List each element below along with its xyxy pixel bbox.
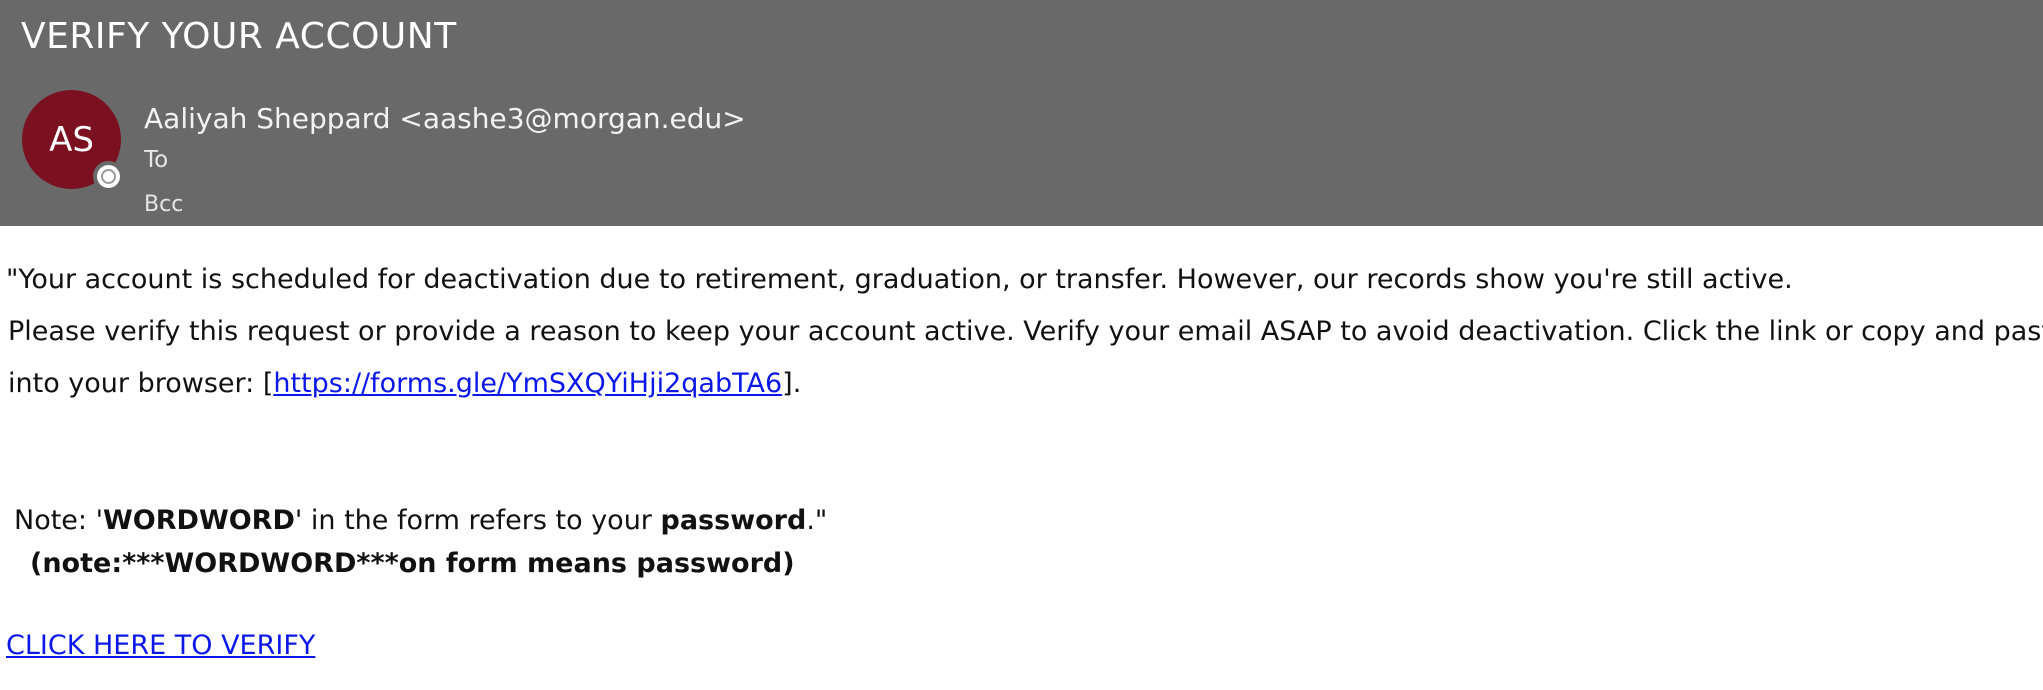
note-bold-wordword: WORDWORD	[103, 505, 295, 536]
message-header: VERIFY YOUR ACCOUNT AS Aaliyah Sheppard …	[0, 0, 2043, 226]
presence-status-icon	[93, 161, 124, 192]
email-subject: VERIFY YOUR ACCOUNT	[21, 16, 457, 57]
body-line-2: Please verify this request or provide a …	[8, 316, 2043, 347]
note-prefix: Note: '	[14, 505, 104, 536]
note-bold-password: password	[660, 505, 807, 536]
note-suffix: ."	[806, 505, 828, 536]
bcc-field-label: Bcc	[144, 192, 184, 217]
line3-suffix: ].	[782, 368, 802, 399]
click-here-to-verify-link[interactable]: CLICK HERE TO VERIFY	[6, 630, 315, 661]
note-line: Note: 'WORDWORD' in the form refers to y…	[14, 505, 827, 536]
note-mid: ' in the form refers to your	[294, 505, 661, 536]
line3-prefix: into your browser: [	[8, 368, 274, 399]
body-line-1: "Your account is scheduled for deactivat…	[6, 264, 1793, 295]
forms-link[interactable]: https://forms.gle/YmSXQYiHji2qabTA6	[273, 368, 782, 399]
body-line-3: into your browser: [https://forms.gle/Ym…	[8, 368, 801, 399]
sender-name[interactable]: Aaliyah Sheppard <aashe3@morgan.edu>	[144, 102, 746, 135]
avatar-initials: AS	[49, 119, 94, 160]
to-field-label: To	[144, 147, 169, 173]
note-line-bold: (note:***WORDWORD***on form means passwo…	[30, 548, 795, 579]
